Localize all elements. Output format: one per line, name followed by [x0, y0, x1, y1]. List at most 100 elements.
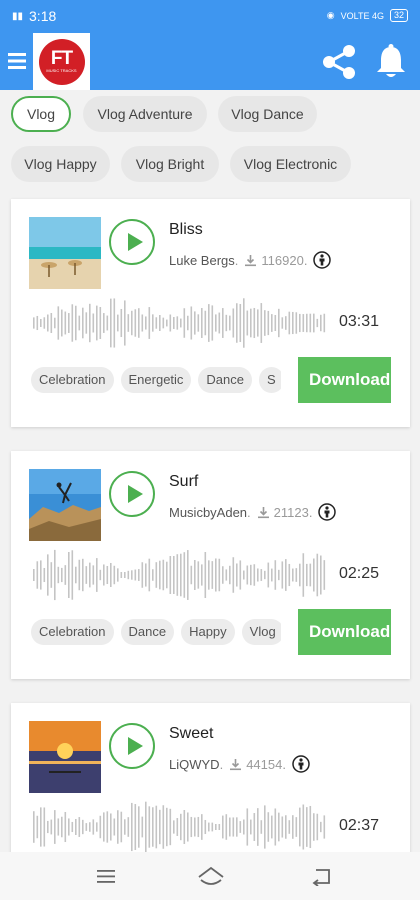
waveform-bar: [285, 815, 287, 839]
waveform-bar: [173, 556, 175, 594]
waveform-bar: [113, 565, 116, 585]
waveform-bar: [36, 561, 39, 589]
waveform-bar: [99, 306, 102, 340]
waveform-bar: [299, 807, 301, 847]
waveform-bar: [145, 801, 147, 853]
chip-vlog-bright[interactable]: Vlog Bright: [121, 146, 219, 182]
track-meta: MusicbyAden . 21123 .: [169, 503, 337, 521]
waveform-bar: [78, 559, 81, 591]
waveform-bar: [145, 563, 147, 587]
share-icon[interactable]: [320, 43, 358, 81]
waveform[interactable]: [31, 548, 331, 602]
waveform-bar: [138, 569, 140, 581]
waveform-bar: [152, 569, 154, 581]
signal-icon: ▮▮: [12, 10, 24, 22]
waveform-bar: [229, 565, 231, 585]
tag-pill[interactable]: Celebration: [31, 367, 114, 393]
network-label: VOLTE 4G: [340, 10, 384, 21]
waveform-bar: [89, 562, 91, 588]
waveform-bar: [218, 558, 221, 592]
chip-vlog-happy[interactable]: Vlog Happy: [11, 146, 110, 182]
waveform-bar: [68, 818, 70, 836]
waveform-bar: [264, 570, 266, 580]
menu-icon[interactable]: [8, 51, 28, 71]
track-meta: Luke Bergs . 116920 .: [169, 251, 332, 269]
license-icon[interactable]: [313, 251, 332, 269]
waveform-bar: [61, 567, 63, 583]
waveform-bar: [309, 805, 312, 849]
tag-pill[interactable]: Vlog: [241, 619, 281, 645]
waveform-bar: [78, 817, 81, 837]
waveform-bar: [138, 308, 140, 338]
download-button[interactable]: Download: [298, 609, 391, 655]
waveform[interactable]: [31, 800, 331, 854]
play-button[interactable]: [109, 219, 155, 265]
waveform-bar: [194, 311, 196, 335]
waveform-bar: [253, 307, 256, 339]
waveform-bar: [232, 557, 235, 593]
waveform-bar: [180, 553, 182, 597]
tag-pill[interactable]: S: [259, 367, 281, 393]
recent-apps-icon[interactable]: [96, 866, 116, 886]
bell-icon[interactable]: [374, 44, 408, 80]
waveform-bar: [40, 319, 42, 327]
waveform-bar: [295, 312, 298, 334]
track-card: Sweet LiQWYD . 44154 . 02:37: [11, 703, 410, 863]
waveform-bar: [110, 298, 112, 348]
waveform-bar: [236, 817, 238, 837]
track-tags: Celebration Energetic Dance S: [31, 367, 281, 395]
waveform-bar: [190, 565, 193, 585]
waveform-bar: [162, 805, 165, 849]
waveform-bar: [54, 810, 56, 844]
status-bar: ▮▮ 3:18 ◉ VOLTE 4G 32: [0, 0, 420, 33]
waveform-bar: [267, 562, 270, 588]
waveform-bar: [250, 564, 252, 586]
tag-pill[interactable]: Energetic: [120, 367, 192, 393]
track-thumbnail: [29, 721, 101, 793]
tag-pill[interactable]: Celebration: [31, 619, 114, 645]
tag-pill[interactable]: Dance: [120, 619, 175, 645]
chip-vlog[interactable]: Vlog: [11, 96, 71, 132]
back-icon[interactable]: [310, 866, 332, 886]
waveform-bar: [222, 815, 224, 839]
waveform[interactable]: [31, 296, 331, 350]
waveform-bar: [124, 819, 126, 835]
waveform-bar: [71, 304, 74, 342]
download-button[interactable]: Download: [298, 357, 391, 403]
license-icon[interactable]: [292, 755, 310, 773]
waveform-bar: [148, 558, 151, 592]
waveform-bar: [176, 818, 179, 836]
waveform-bar: [43, 807, 46, 847]
waveform-bar: [124, 300, 126, 346]
waveform-bar: [180, 813, 182, 841]
tag-pill[interactable]: Happy: [181, 619, 235, 645]
waveform-bar: [155, 805, 158, 849]
waveform-bar: [278, 308, 280, 338]
waveform-bar: [75, 566, 77, 584]
waveform-bar: [218, 312, 221, 334]
chip-vlog-dance[interactable]: Vlog Dance: [218, 96, 317, 132]
waveform-bar: [33, 811, 35, 843]
tag-pill[interactable]: Dance: [198, 367, 252, 393]
track-duration: 02:25: [339, 565, 380, 582]
waveform-bar: [288, 563, 291, 587]
waveform-bar: [145, 316, 147, 330]
waveform-bar: [134, 804, 137, 850]
app-bar: FT MUSIC TRACKS: [0, 33, 420, 90]
waveform-bar: [131, 570, 133, 580]
chip-vlog-adventure[interactable]: Vlog Adventure: [83, 96, 207, 132]
waveform-bar: [204, 819, 207, 835]
license-icon[interactable]: [318, 503, 337, 521]
chip-vlog-electronic[interactable]: Vlog Electronic: [230, 146, 351, 182]
waveform-bar: [155, 562, 158, 588]
waveform-bar: [120, 308, 123, 338]
play-button[interactable]: [109, 723, 155, 769]
play-button[interactable]: [109, 471, 155, 517]
waveform-bar: [57, 818, 60, 836]
waveform-bar: [36, 315, 39, 331]
home-icon[interactable]: [197, 866, 225, 888]
waveform-bar: [302, 553, 305, 597]
waveform-bar: [187, 315, 189, 331]
waveform-bar: [134, 309, 137, 337]
track-duration: 02:37: [339, 817, 380, 834]
